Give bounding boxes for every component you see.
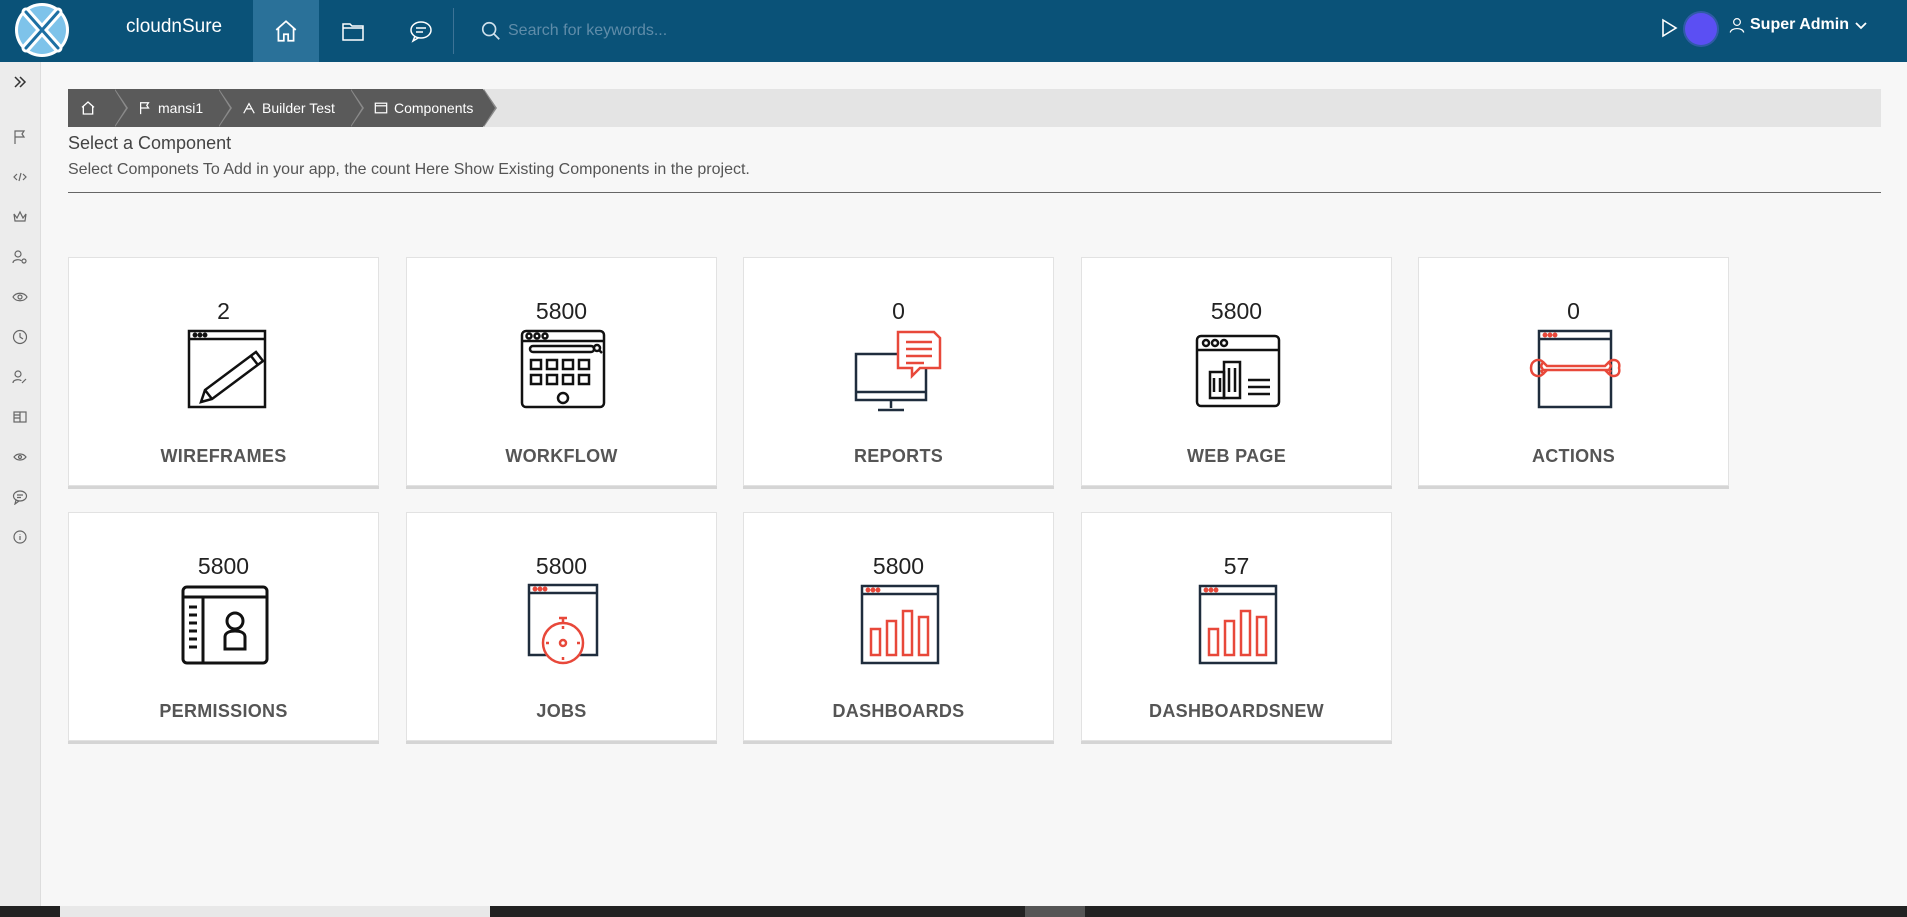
component-count: 5800 (872, 553, 925, 579)
chat-icon (410, 21, 432, 43)
web-page-icon (1195, 334, 1281, 408)
eye-small-icon (13, 453, 27, 461)
workflow-icon (520, 329, 606, 409)
nav-separator (453, 8, 454, 54)
user-gear-icon (12, 250, 27, 264)
dashboards-icon (860, 584, 940, 665)
component-card-dashboards[interactable]: 5800 DASHBOARDS (743, 512, 1054, 741)
page-subtitle: Select Componets To Add in your app, the… (68, 161, 750, 178)
component-label: WORKFLOW (505, 446, 618, 466)
breadcrumb-label: Components (394, 100, 474, 116)
breadcrumb-label: Builder Test (262, 100, 335, 116)
component-label: DASHBOARDSNEW (1149, 701, 1324, 721)
component-label: JOBS (536, 701, 587, 721)
sidebar-item-columns[interactable] (5, 402, 35, 432)
component-label: WIREFRAMES (160, 446, 287, 466)
component-count: 5800 (1210, 298, 1263, 324)
nav-home-button[interactable] (253, 0, 319, 62)
sidebar-item-crown[interactable] (5, 202, 35, 232)
dashboardsnew-icon (1198, 584, 1278, 665)
user-name: Super Admin (1750, 16, 1849, 33)
avatar[interactable] (1685, 13, 1717, 45)
breadcrumb: mansi1 Builder Test Components (68, 89, 1881, 127)
folder-icon (342, 23, 364, 41)
reports-icon (854, 330, 942, 412)
double-chevron-right-icon (14, 76, 27, 88)
play-button[interactable] (1658, 17, 1680, 39)
chat-small-icon (12, 490, 28, 505)
user-menu[interactable]: Super Admin (1728, 16, 1869, 34)
component-card-wireframes[interactable]: 2 WIREFRAMES (68, 257, 379, 486)
permissions-icon (181, 585, 269, 665)
play-icon (1662, 18, 1678, 38)
breadcrumb-label: mansi1 (158, 100, 204, 116)
builder-icon (243, 102, 255, 114)
component-label: REPORTS (853, 446, 944, 466)
component-count: 5800 (535, 298, 588, 324)
taskbar-segment (1025, 906, 1085, 917)
search-icon (481, 21, 500, 40)
component-count: 0 (1567, 298, 1580, 324)
sidebar-item-preview[interactable] (5, 442, 35, 472)
chevron-down-icon (1855, 22, 1867, 30)
sidebar-item-history[interactable] (5, 322, 35, 352)
clock-icon (12, 329, 28, 345)
sidebar-item-view[interactable] (5, 282, 35, 312)
columns-icon (13, 411, 27, 423)
nav-chat-button[interactable] (388, 0, 454, 62)
code-icon (13, 172, 27, 182)
info-icon (13, 530, 27, 544)
component-count: 57 (1223, 553, 1250, 579)
breadcrumb-item-builder[interactable]: Builder Test (218, 89, 364, 127)
component-card-dashboardsnew[interactable]: 57 DASHBOARDSNEW (1081, 512, 1392, 741)
window-icon (374, 102, 388, 114)
sidebar-item-info[interactable] (5, 522, 35, 552)
component-count: 2 (217, 298, 230, 324)
page-title: Select a Component (68, 133, 232, 153)
search-input[interactable] (508, 22, 888, 40)
component-label: PERMISSIONS (159, 701, 288, 721)
sidebar-expand-button[interactable] (5, 67, 35, 97)
flag-icon (140, 102, 150, 115)
top-navbar: cloudnSure Super Admin (0, 0, 1907, 62)
app-title: cloudnSure (126, 16, 223, 37)
eye-icon (12, 292, 28, 302)
sidebar-item-user-settings[interactable] (5, 242, 35, 272)
sidebar-item-user-edit[interactable] (5, 362, 35, 392)
home-icon (275, 20, 297, 42)
flag-icon (14, 130, 26, 144)
component-card-web-page[interactable]: 5800 WEB PAGE (1081, 257, 1392, 486)
component-count: 5800 (535, 553, 588, 579)
actions-icon (1529, 329, 1621, 409)
sidebar-item-flag[interactable] (5, 122, 35, 152)
component-label: ACTIONS (1531, 446, 1616, 466)
component-label: DASHBOARDS (832, 701, 965, 721)
user-icon (1729, 18, 1745, 33)
component-count: 5800 (197, 553, 250, 579)
taskbar-segment (60, 906, 490, 917)
sidebar (0, 62, 41, 917)
component-card-jobs[interactable]: 5800 JOBS (406, 512, 717, 741)
component-count: 0 (892, 298, 905, 324)
component-card-actions[interactable]: 0 ACTIONS (1418, 257, 1729, 486)
component-card-reports[interactable]: 0 REPORTS (743, 257, 1054, 486)
home-icon (81, 101, 95, 115)
user-edit-icon (12, 370, 27, 384)
component-card-workflow[interactable]: 5800 WORKFLOW (406, 257, 717, 486)
wireframe-icon (187, 329, 267, 409)
nav-folder-button[interactable] (320, 0, 386, 62)
breadcrumb-item-components[interactable]: Components (350, 89, 497, 127)
component-card-permissions[interactable]: 5800 PERMISSIONS (68, 512, 379, 741)
crown-icon (13, 210, 27, 222)
breadcrumb-item-project[interactable]: mansi1 (114, 89, 232, 127)
sidebar-item-code[interactable] (5, 162, 35, 192)
app-logo[interactable] (12, 2, 72, 58)
divider (68, 192, 1881, 193)
jobs-icon (527, 583, 599, 665)
breadcrumb-item-home[interactable] (68, 89, 128, 127)
taskbar-strip (0, 906, 1907, 917)
search-box (480, 14, 900, 48)
sidebar-item-messages[interactable] (5, 482, 35, 512)
component-label: WEB PAGE (1186, 446, 1287, 466)
